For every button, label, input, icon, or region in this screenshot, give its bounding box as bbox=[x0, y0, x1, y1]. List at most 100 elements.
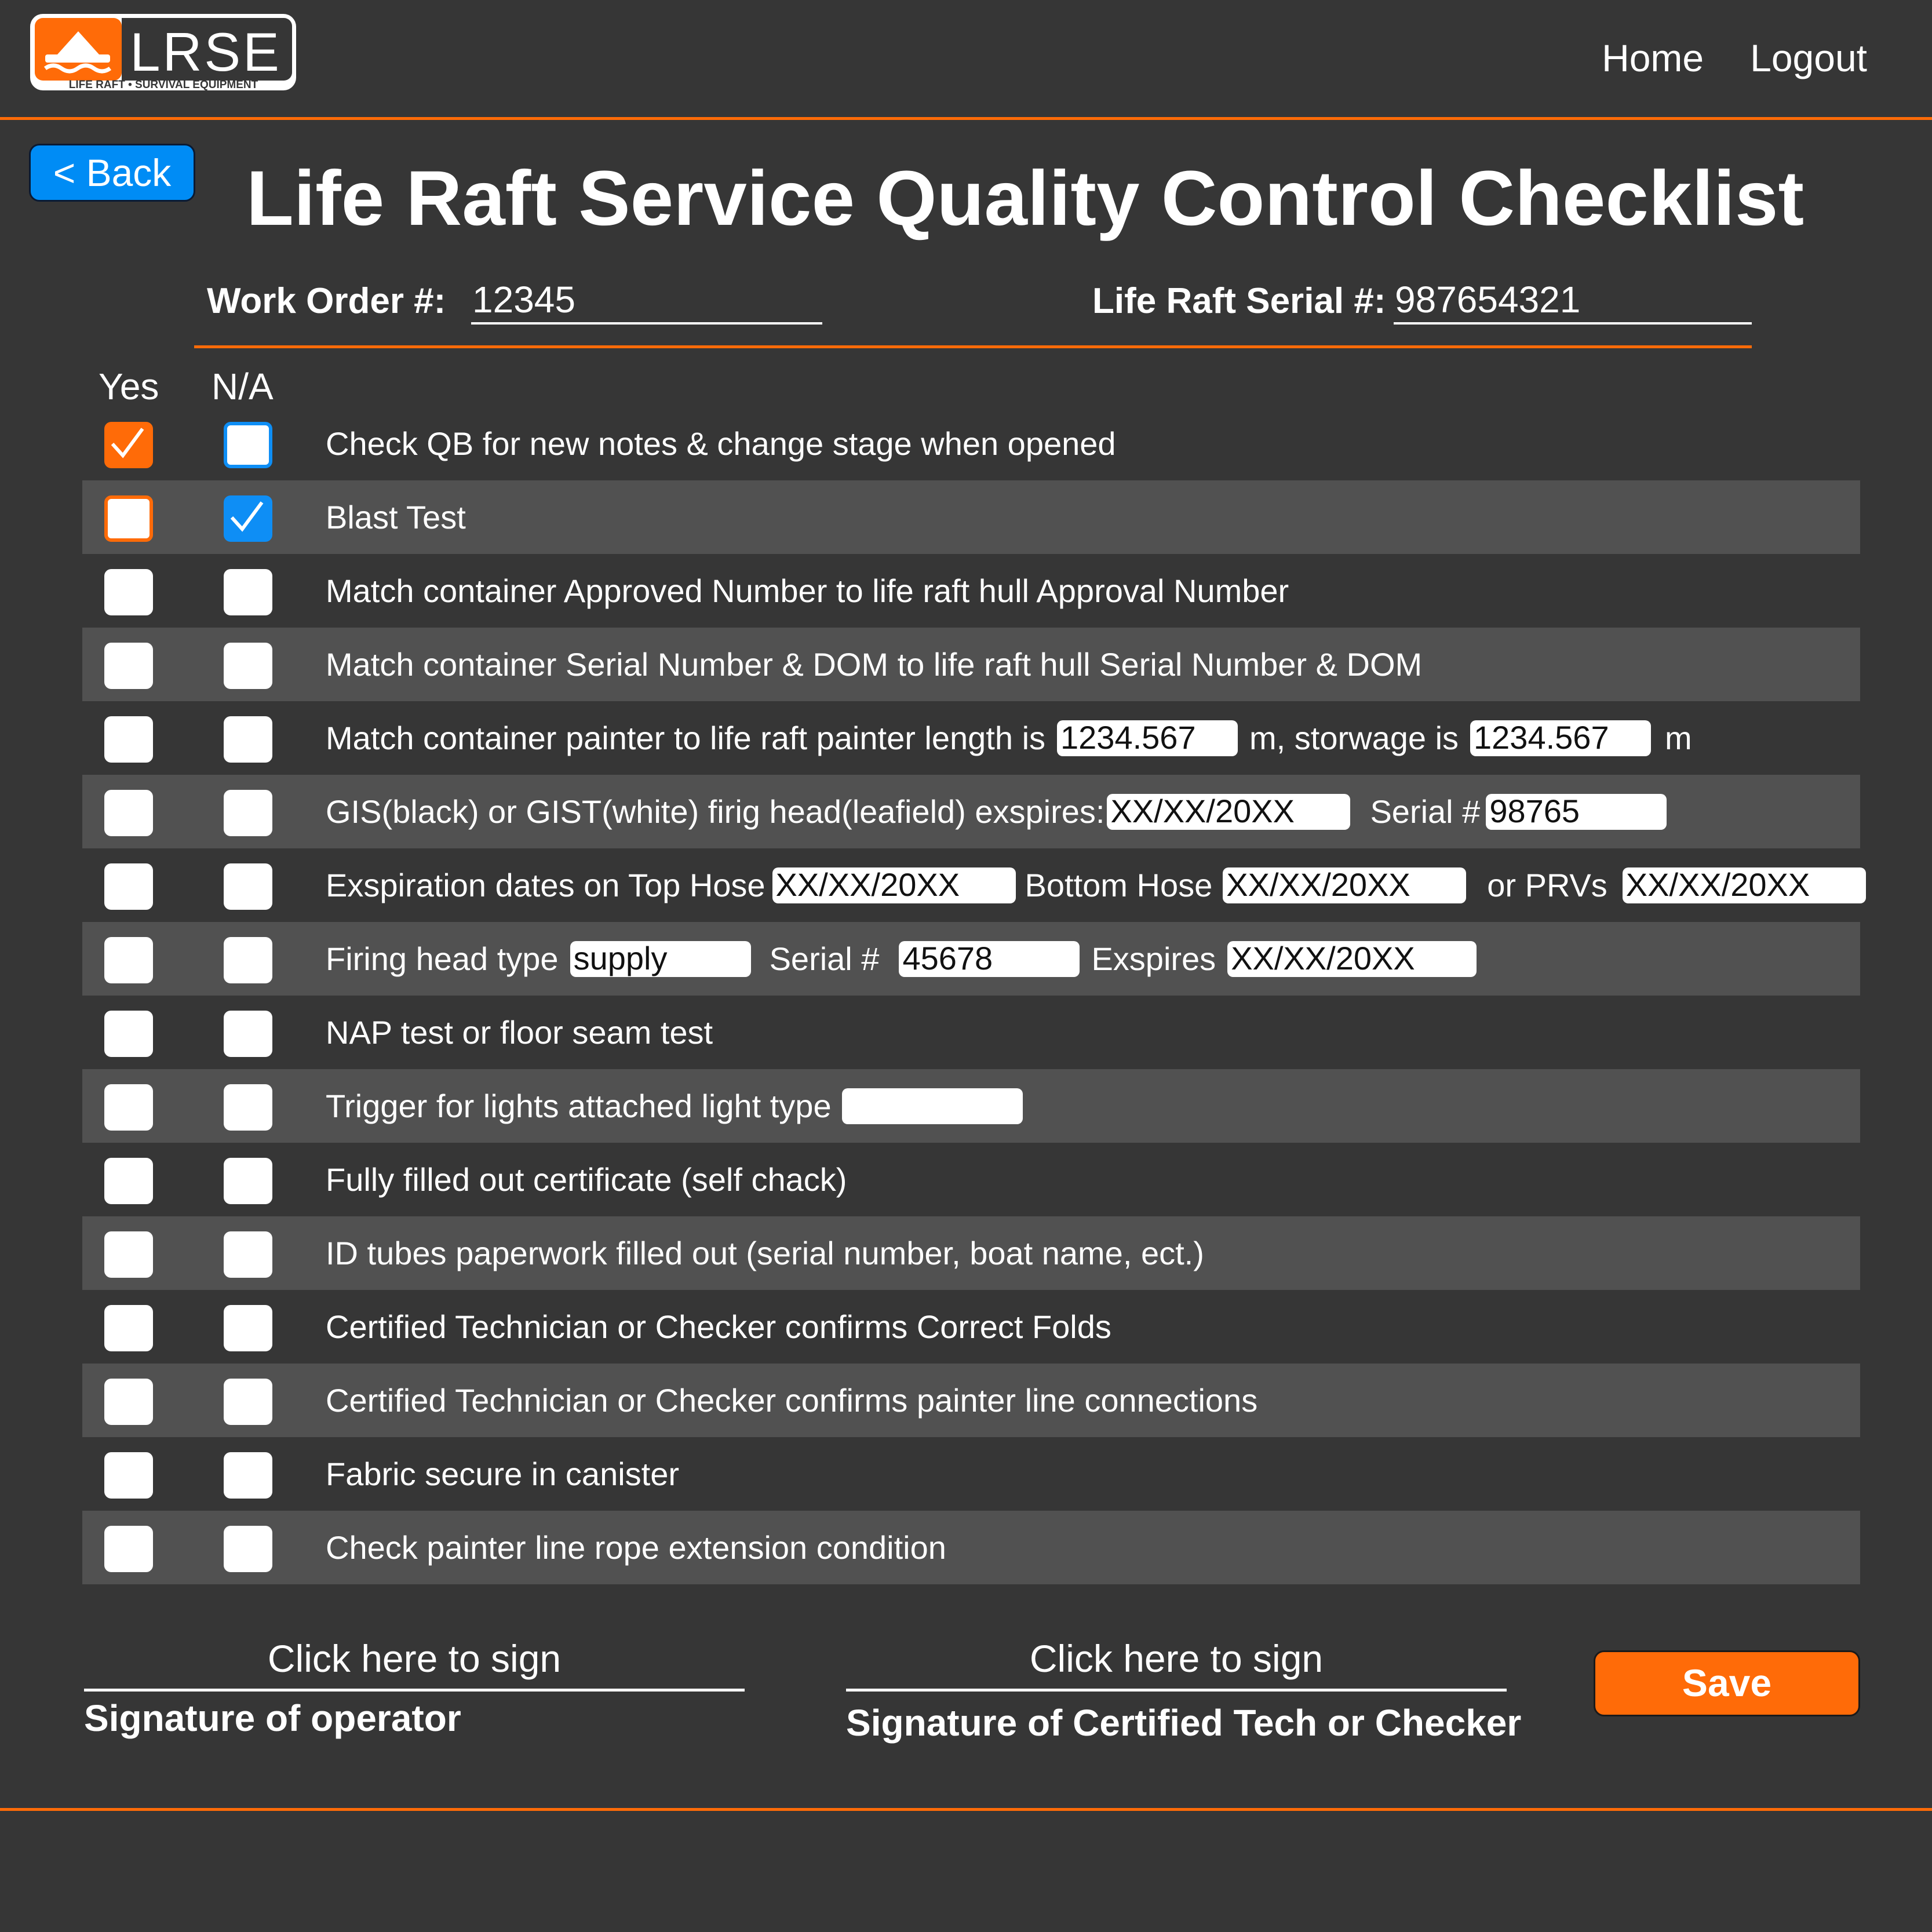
serial-label: Life Raft Serial #: bbox=[1092, 281, 1386, 321]
work-order-underline bbox=[471, 322, 822, 325]
page-title: Life Raft Service Quality Control Checkl… bbox=[246, 155, 1805, 242]
yes-checkbox[interactable] bbox=[104, 863, 153, 910]
na-checkbox[interactable] bbox=[224, 643, 272, 689]
checklist-row: Check painter line rope extension condit… bbox=[82, 1511, 1860, 1584]
work-order-value[interactable]: 12345 bbox=[472, 278, 575, 321]
checklist-row: Firing head type supply Serial # 45678 E… bbox=[82, 922, 1860, 996]
firing-head-type-input[interactable]: supply bbox=[570, 941, 751, 977]
checklist-row: Match container Approved Number to life … bbox=[82, 554, 1860, 628]
item-label: NAP test or floor seam test bbox=[326, 1014, 713, 1051]
item-label: Certified Technician or Checker confirms… bbox=[326, 1308, 1111, 1345]
yes-checkbox[interactable] bbox=[104, 422, 153, 468]
item-label: Check QB for new notes & change stage wh… bbox=[326, 425, 1116, 462]
back-button[interactable]: < Back bbox=[29, 144, 195, 202]
na-checkbox[interactable] bbox=[224, 937, 272, 983]
na-checkbox[interactable] bbox=[224, 1305, 272, 1351]
na-checkbox[interactable] bbox=[224, 1452, 272, 1499]
yes-checkbox[interactable] bbox=[104, 716, 153, 763]
na-checkbox[interactable] bbox=[224, 422, 272, 468]
yes-checkbox[interactable] bbox=[104, 1231, 153, 1278]
na-checkbox[interactable] bbox=[224, 1084, 272, 1131]
item-label: Match container Approved Number to life … bbox=[326, 573, 1289, 609]
checklist-row: Check QB for new notes & change stage wh… bbox=[82, 407, 1860, 480]
serial-value[interactable]: 987654321 bbox=[1395, 278, 1580, 321]
item-label: Exspires bbox=[1091, 941, 1216, 977]
na-checkbox[interactable] bbox=[224, 1379, 272, 1425]
operator-signature-label: Signature of operator bbox=[84, 1697, 461, 1739]
prv-expiry-input[interactable]: XX/XX/20XX bbox=[1622, 867, 1866, 903]
item-label: m, storwage is bbox=[1249, 720, 1459, 756]
form-divider bbox=[194, 345, 1752, 348]
checker-signature-label: Signature of Certified Tech or Checker bbox=[846, 1702, 1522, 1744]
checklist-row: Blast Test bbox=[82, 480, 1860, 554]
item-label: Fully filled out certificate (self chack… bbox=[326, 1161, 847, 1198]
na-column-header: N/A bbox=[212, 366, 274, 407]
na-checkbox[interactable] bbox=[224, 790, 272, 836]
yes-checkbox[interactable] bbox=[104, 1158, 153, 1204]
logo-text: LRSE bbox=[130, 21, 282, 82]
item-label: Match container painter to life raft pai… bbox=[326, 720, 1046, 756]
firing-head-serial-input[interactable]: 98765 bbox=[1486, 793, 1667, 830]
yes-checkbox[interactable] bbox=[104, 569, 153, 615]
na-checkbox[interactable] bbox=[224, 569, 272, 615]
checklist-row: Trigger for lights attached light type bbox=[82, 1069, 1860, 1143]
na-checkbox[interactable] bbox=[224, 1158, 272, 1204]
top-hose-expiry-input[interactable]: XX/XX/20XX bbox=[772, 867, 1016, 903]
yes-checkbox[interactable] bbox=[104, 495, 153, 542]
stowage-length-input[interactable]: 1234.567 bbox=[1470, 720, 1652, 756]
item-label: Trigger for lights attached light type bbox=[326, 1088, 832, 1124]
item-label: Exspiration dates on Top Hose bbox=[326, 867, 765, 903]
na-checkbox[interactable] bbox=[224, 863, 272, 910]
operator-sign-area[interactable]: Click here to sign bbox=[84, 1636, 745, 1681]
yes-checkbox[interactable] bbox=[104, 1011, 153, 1057]
item-label: Bottom Hose bbox=[1025, 867, 1213, 903]
checklist-row: Exspiration dates on Top Hose XX/XX/20XX… bbox=[82, 848, 1866, 922]
light-type-input[interactable] bbox=[841, 1088, 1023, 1124]
item-label: Check painter line rope extension condit… bbox=[326, 1529, 946, 1566]
item-label: Blast Test bbox=[326, 499, 466, 535]
work-order-label: Work Order #: bbox=[207, 281, 446, 321]
logo-tagline: LIFE RAFT • SURVIVAL EQUIPMENT bbox=[69, 79, 258, 91]
item-label: Firing head type bbox=[326, 941, 559, 977]
checkmark-icon bbox=[230, 501, 264, 532]
top-nav: Home Logout bbox=[1602, 36, 1867, 80]
na-checkbox[interactable] bbox=[224, 716, 272, 763]
na-checkbox[interactable] bbox=[224, 1011, 272, 1057]
item-label: Serial # bbox=[1370, 793, 1481, 830]
firing-head-serial-input[interactable]: 45678 bbox=[899, 941, 1080, 977]
checklist-row: NAP test or floor seam test bbox=[82, 996, 1860, 1069]
yes-checkbox[interactable] bbox=[104, 643, 153, 689]
yes-checkbox[interactable] bbox=[104, 1452, 153, 1499]
checklist-row: Fabric secure in canister bbox=[82, 1437, 1860, 1511]
checklist-row: Match container Serial Number & DOM to l… bbox=[82, 628, 1860, 701]
nav-logout-link[interactable]: Logout bbox=[1750, 36, 1867, 80]
yes-checkbox[interactable] bbox=[104, 1305, 153, 1351]
yes-checkbox[interactable] bbox=[104, 937, 153, 983]
footer bbox=[0, 1811, 1932, 1929]
na-checkbox[interactable] bbox=[224, 1231, 272, 1278]
checklist-row: Match container painter to life raft pai… bbox=[82, 701, 1860, 775]
item-label: GIS(black) or GIST(white) firig head(lea… bbox=[326, 793, 1105, 830]
firing-head-expiry-input[interactable]: XX/XX/20XX bbox=[1107, 793, 1351, 830]
unit-label: m bbox=[1665, 720, 1692, 756]
save-button[interactable]: Save bbox=[1594, 1650, 1860, 1716]
painter-length-input[interactable]: 1234.567 bbox=[1057, 720, 1238, 756]
serial-underline bbox=[1394, 322, 1752, 325]
checker-sign-area[interactable]: Click here to sign bbox=[846, 1636, 1507, 1681]
yes-checkbox[interactable] bbox=[104, 1526, 153, 1572]
yes-column-header: Yes bbox=[99, 366, 159, 407]
checkmark-icon bbox=[111, 428, 144, 458]
bottom-hose-expiry-input[interactable]: XX/XX/20XX bbox=[1223, 867, 1467, 903]
yes-checkbox[interactable] bbox=[104, 1084, 153, 1131]
firing-head-expiry-input[interactable]: XX/XX/20XX bbox=[1227, 941, 1477, 977]
na-checkbox[interactable] bbox=[224, 1526, 272, 1572]
yes-checkbox[interactable] bbox=[104, 1379, 153, 1425]
nav-home-link[interactable]: Home bbox=[1602, 36, 1704, 80]
checklist-row: Certified Technician or Checker confirms… bbox=[82, 1364, 1860, 1437]
yes-checkbox[interactable] bbox=[104, 790, 153, 836]
checklist-row: Fully filled out certificate (self chack… bbox=[82, 1143, 1860, 1216]
na-checkbox[interactable] bbox=[224, 495, 272, 542]
item-label: Match container Serial Number & DOM to l… bbox=[326, 646, 1423, 683]
item-label: Fabric secure in canister bbox=[326, 1456, 680, 1492]
checklist-row: Certified Technician or Checker confirms… bbox=[82, 1290, 1860, 1364]
